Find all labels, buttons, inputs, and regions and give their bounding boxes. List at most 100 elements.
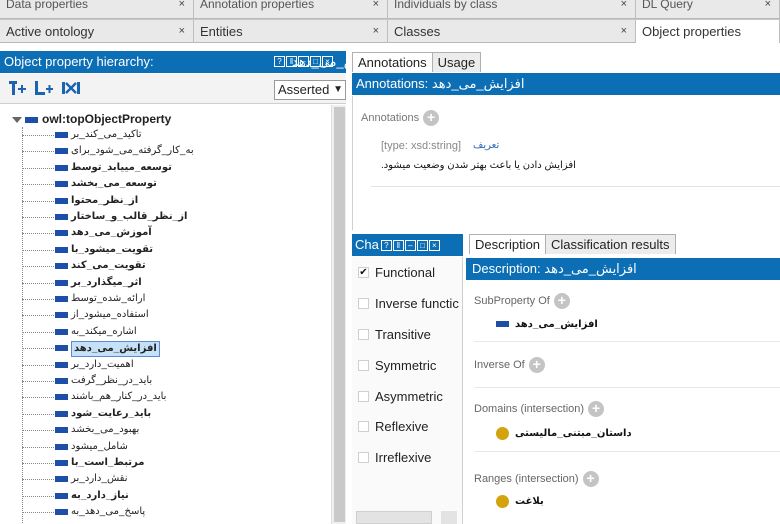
tree-item[interactable]: باید_در_کنار_هم_باشند (22, 390, 262, 404)
add-inverse-icon[interactable]: + (528, 357, 545, 373)
characteristic-functional[interactable]: ✔ Functional (358, 264, 435, 282)
tree-item[interactable]: اهمیت_دارد_بر (22, 358, 262, 372)
tab-entities[interactable]: Entities × (194, 20, 388, 43)
maximize-icon[interactable]: □ (416, 240, 428, 252)
tree-item-label: بهبود_می_بخشد (71, 424, 140, 436)
horizontal-scrollbar[interactable] (356, 511, 432, 524)
tree-item[interactable]: به_کار_گرفته_می_شود_برای (22, 144, 262, 158)
checkbox[interactable] (358, 329, 369, 341)
add-range-icon[interactable]: + (582, 471, 599, 487)
add-subproperty-icon[interactable]: + (553, 293, 570, 309)
range-value[interactable]: بلاغت (496, 495, 544, 508)
tree-connector (22, 249, 54, 251)
add-sub-property-icon[interactable] (8, 79, 28, 99)
tab-classification-results[interactable]: Classification results (545, 234, 676, 254)
scrollbar-thumb[interactable] (334, 107, 345, 522)
split-icon[interactable]: ‖ (392, 240, 404, 252)
subproperty-value[interactable]: افزایش_می_دهد (496, 319, 598, 330)
tree-item[interactable]: تقویت_می_کند (22, 259, 262, 273)
tree-item[interactable]: افزایش_می_دهد (22, 341, 262, 358)
tree-item[interactable]: بهبود_می_بخشد (22, 423, 262, 437)
tree-item[interactable]: نیاز_دارد_به (22, 489, 262, 503)
maximize-icon[interactable]: □ (310, 56, 321, 67)
close-view-icon[interactable]: × (428, 240, 440, 252)
chevron-down-icon: ▼ (333, 84, 343, 95)
hierarchy-toolbar: Asserted ▼ (0, 74, 346, 104)
checkbox[interactable]: ✔ (358, 267, 369, 279)
checkbox[interactable] (358, 391, 369, 403)
tab-annotations[interactable]: Annotations (352, 52, 433, 72)
add-sibling-property-icon[interactable] (34, 79, 54, 99)
characteristic-reflexive[interactable]: Reflexive (358, 418, 428, 436)
close-icon[interactable]: × (373, 20, 379, 43)
checkbox[interactable] (358, 298, 369, 310)
close-icon[interactable]: × (179, 20, 185, 43)
tree-item[interactable]: باید_در_نظر_گرفت (22, 374, 262, 388)
tree-item[interactable]: از_نظر_قالب_و_ساختار (22, 210, 262, 224)
tab-object-properties[interactable]: Object properties (636, 20, 780, 43)
expand-triangle-icon[interactable] (12, 116, 22, 123)
tab-annotation-properties[interactable]: Annotation properties × (194, 0, 388, 19)
tree-item[interactable]: اثر_میگذارد_بر (22, 276, 262, 290)
pin-icon[interactable]: ? (274, 56, 285, 67)
characteristic-transitive[interactable]: Transitive (358, 326, 431, 344)
tree-item[interactable]: ارائه_شده_توسط (22, 292, 262, 306)
tree-item[interactable]: مرتبط_است_با (22, 456, 262, 470)
checkbox[interactable] (358, 360, 369, 372)
domain-value[interactable]: داستان_مبتنی_مالیستی (496, 427, 632, 440)
tree-item[interactable]: توسعه_مییابد_توسط (22, 161, 262, 175)
tree-connector (22, 397, 54, 399)
characteristic-irreflexive[interactable]: Irreflexive (358, 449, 431, 467)
close-icon[interactable]: × (765, 0, 771, 10)
tab-usage[interactable]: Usage (431, 52, 482, 72)
property-icon (55, 492, 68, 499)
tree-item[interactable]: اشاره_میکند_به (22, 325, 262, 339)
tab-data-properties[interactable]: Data properties × (0, 0, 194, 19)
close-icon[interactable]: × (373, 0, 379, 10)
characteristic-symmetric[interactable]: Symmetric (358, 357, 436, 375)
class-icon (496, 427, 509, 440)
pin-icon[interactable]: ? (380, 240, 392, 252)
close-icon[interactable]: × (621, 0, 627, 10)
tree-item[interactable]: تاکید_می_کند_بر (22, 128, 262, 142)
tree-item-label: نقش_دارد_بر (71, 473, 128, 485)
split-icon[interactable]: ‖ (286, 56, 297, 67)
tree-connector (22, 200, 54, 202)
tree-root[interactable]: owl:topObjectProperty (12, 112, 171, 126)
tree-item[interactable]: شامل_میشود (22, 440, 262, 454)
tree-item[interactable]: استفاده_میشود_از (22, 308, 262, 322)
tree-item[interactable]: از_نظر_محتوا (22, 194, 262, 208)
scroll-arrow[interactable] (441, 511, 457, 524)
property-icon (55, 164, 68, 171)
tab-dl-query[interactable]: DL Query × (636, 0, 780, 19)
annotation-property[interactable]: تعریف (473, 140, 499, 151)
add-domain-icon[interactable]: + (588, 401, 605, 417)
close-icon[interactable]: × (621, 20, 627, 43)
delete-property-icon[interactable] (60, 79, 80, 99)
tree-scrollbar[interactable] (331, 105, 346, 524)
tree-item[interactable]: نقش_دارد_بر (22, 472, 262, 486)
tree-item[interactable]: تقویت_میشود_با (22, 243, 262, 257)
minimize-icon[interactable]: – (404, 240, 416, 252)
add-annotation-icon[interactable]: + (423, 110, 440, 126)
close-view-icon[interactable]: × (322, 56, 333, 67)
tree-item[interactable]: باید_رعایت_شود (22, 407, 262, 421)
characteristic-asymmetric[interactable]: Asymmetric (358, 388, 443, 406)
tree-connector (22, 364, 54, 366)
tree-item[interactable]: توسعه_می_بخشد (22, 177, 262, 191)
tab-active-ontology[interactable]: Active ontology × (0, 20, 194, 43)
tab-classes[interactable]: Classes × (388, 20, 636, 43)
property-icon (55, 378, 68, 384)
tab-individuals-by-class[interactable]: Individuals by class × (388, 0, 636, 19)
tree-item[interactable]: پاسخ_می_دهد_به (22, 505, 262, 519)
characteristic-inverse-functional[interactable]: Inverse functic (358, 295, 459, 313)
property-icon (55, 263, 68, 270)
minimize-icon[interactable]: – (298, 56, 309, 67)
close-icon[interactable]: × (179, 0, 185, 10)
checkbox[interactable] (358, 421, 369, 433)
tree-item[interactable]: آموزش_می_دهد (22, 226, 262, 240)
hierarchy-mode-select[interactable]: Asserted ▼ (274, 80, 346, 100)
checkbox[interactable] (358, 452, 369, 464)
tab-description[interactable]: Description (469, 234, 547, 254)
tree-connector (22, 381, 54, 382)
